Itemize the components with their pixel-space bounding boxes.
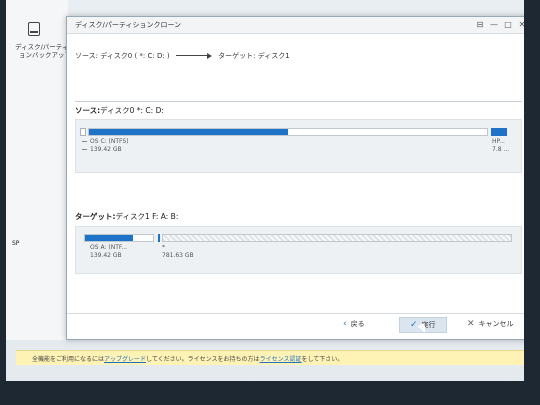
target-bar-a[interactable] (84, 234, 154, 242)
target-part-unallocated: * 781.63 GB (162, 244, 194, 259)
license-notice-bar: 全機能をご利用になるにはアップグレードしてください。ライセンスをお持ちの方はライ… (16, 350, 524, 365)
path-source-value: ディスク0 ( *: C: D: ) (100, 52, 170, 60)
target-bar-unallocated[interactable] (162, 234, 512, 242)
disk-marker (80, 128, 86, 136)
check-icon: ✓ (410, 320, 418, 330)
target-part-a: OS A: (NTF... 139.42 GB (90, 244, 128, 259)
close-x-icon: ✕ (467, 319, 475, 329)
footer-divider (67, 313, 530, 314)
license-link[interactable]: ライセンス認証 (260, 356, 302, 363)
arrow-right-icon (175, 53, 212, 59)
minimize-icon[interactable]: — (488, 19, 500, 30)
path-target-prefix: ターゲット: (218, 52, 256, 60)
source-bar-c[interactable] (88, 128, 488, 136)
maximize-icon[interactable]: □ (502, 19, 514, 30)
unallocated-hatch (163, 235, 511, 241)
notice-text: 全機能をご利用になるにはアップグレードしてください。ライセンスをお持ちの方はライ… (32, 356, 344, 363)
source-part-hp: HP... 7.8 ... (492, 138, 510, 153)
source-label: ソース:ディスク0 *: C: D: (75, 106, 164, 115)
back-button[interactable]: ‹ 戻る (343, 317, 365, 331)
clone-path: ソース: ディスク0 ( *: C: D: ) ターゲット: ディスク1 (75, 51, 290, 61)
cancel-button[interactable]: ✕ キャンセル (467, 317, 514, 331)
drive-icon[interactable] (28, 22, 40, 36)
monitor-bezel-right (524, 0, 540, 405)
target-disk-panel[interactable]: OS A: (NTF... 139.42 GB * 781.63 GB (75, 226, 522, 274)
background-app: ディスク/パーティションバックアップ SP (6, 0, 75, 340)
dialog-title: ディスク/パーティションクローン (75, 21, 182, 29)
titlebar: ディスク/パーティションクローン ⊟ — □ ✕ (67, 17, 530, 34)
source-disk-panel[interactable]: OS C: (NTFS) 139.42 GB HP... 7.8 ... (75, 119, 522, 173)
monitor-bezel-left (0, 0, 6, 405)
monitor-bezel-bottom (0, 381, 540, 405)
target-bar-marker (158, 234, 160, 242)
source-part-c: OS C: (NTFS) 139.42 GB (82, 138, 129, 154)
divider (75, 101, 522, 102)
source-bar-hp[interactable] (491, 128, 507, 136)
path-source-prefix: ソース: (75, 52, 99, 60)
side-text: SP (12, 240, 20, 247)
path-target-value: ディスク1 (257, 52, 290, 60)
clone-dialog: ディスク/パーティションクローン ⊟ — □ ✕ ソース: ディスク0 ( *:… (66, 16, 531, 340)
help-icon[interactable]: ⊟ (474, 19, 486, 30)
target-usage-fill (85, 235, 133, 241)
chevron-left-icon: ‹ (343, 319, 347, 329)
source-usage-fill (89, 129, 288, 135)
target-label: ターゲット:ディスク1 F: A: B: (75, 212, 179, 221)
upgrade-link[interactable]: アップグレード (104, 356, 146, 363)
